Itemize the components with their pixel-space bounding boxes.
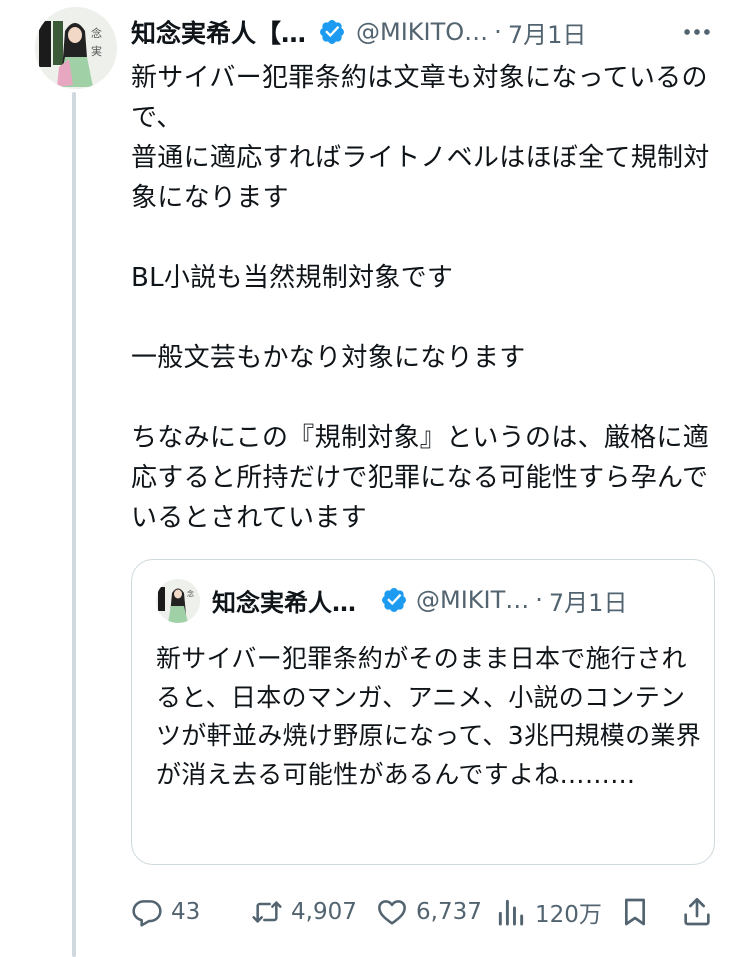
tweet-text: 新サイバー犯罪条約は文章も対象になっているので、 普通に適応すればライトノベルは…	[131, 63, 710, 533]
quoted-display-name: 知念実希人…	[212, 588, 356, 617]
tweet-header: 知念実希人【… @MIKITO… · 7月1日	[131, 12, 731, 52]
like-button[interactable]: 6,737	[376, 890, 482, 934]
retweet-button[interactable]: 4,907	[251, 890, 357, 934]
display-name[interactable]: 知念実希人【…	[131, 14, 306, 50]
quoted-date: 7月1日	[548, 588, 628, 617]
retweet-count: 4,907	[291, 899, 357, 925]
quoted-handle: @MIKIT…	[416, 586, 530, 614]
handle[interactable]: @MIKITO…	[356, 18, 488, 46]
quoted-tweet[interactable]: 念 知念実希人… @MIKIT… · 7月1日 新サイバー犯罪条約がそのまま日本…	[131, 559, 715, 865]
svg-text:念: 念	[187, 589, 194, 598]
tweet-date[interactable]: 7月1日	[508, 15, 587, 50]
tweet[interactable]: 念 実 知念実希人【… @MIKITO… · 7月1日 新サイバー犯罪条約は文章…	[0, 0, 750, 957]
separator: ·	[535, 586, 543, 614]
views-button[interactable]: 120万	[495, 890, 602, 934]
like-count: 6,737	[416, 899, 482, 925]
quoted-text: 新サイバー犯罪条約がそのまま日本で施行されると、日本のマンガ、アニメ、小説のコン…	[156, 644, 702, 789]
reply-icon	[132, 900, 162, 927]
avatar[interactable]: 念 実	[35, 7, 117, 89]
action-bar: 43 4,907 6,737 120万	[131, 890, 721, 934]
views-icon	[498, 899, 524, 926]
thread-line	[72, 92, 76, 957]
separator: ·	[494, 18, 502, 46]
reply-button[interactable]: 43	[131, 890, 200, 934]
quoted-header: 知念実希人… @MIKIT… · 7月1日	[212, 582, 702, 618]
retweet-icon	[252, 901, 282, 923]
svg-text:念: 念	[91, 26, 102, 40]
share-icon	[684, 898, 710, 926]
share-button[interactable]	[681, 890, 713, 934]
reply-count: 43	[171, 899, 201, 925]
like-icon	[378, 900, 406, 925]
bookmark-button[interactable]	[619, 890, 651, 934]
quoted-avatar: 念	[156, 579, 200, 623]
more-icon[interactable]	[680, 15, 714, 49]
verified-badge-icon	[380, 586, 408, 614]
bookmark-icon	[625, 898, 645, 926]
views-count: 120万	[535, 902, 602, 928]
verified-badge-icon	[318, 18, 346, 46]
svg-text:実: 実	[91, 44, 102, 58]
